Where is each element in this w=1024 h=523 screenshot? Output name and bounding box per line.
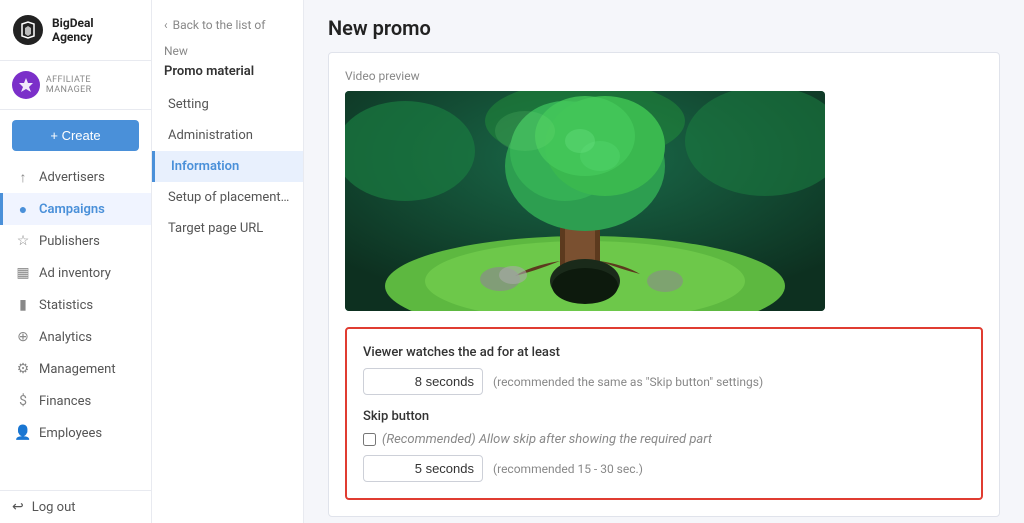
viewer-input-row: (recommended the same as "Skip button" s… bbox=[363, 368, 965, 395]
sidebar: BigDeal Agency AFFILIATE MANAGER + Creat… bbox=[0, 0, 152, 523]
subnav-item-information[interactable]: Information bbox=[152, 151, 303, 182]
sidebar-item-analytics[interactable]: ⊕ Analytics bbox=[0, 321, 151, 353]
viewer-seconds-input[interactable] bbox=[363, 368, 483, 395]
skip-checkbox-row: (Recommended) Allow skip after showing t… bbox=[363, 432, 965, 447]
finances-icon: $ bbox=[15, 393, 31, 409]
subnav-item-setup-placement[interactable]: Setup of placement t... bbox=[152, 182, 303, 213]
logo-name1: BigDeal bbox=[52, 16, 94, 30]
sidebar-item-ad-inventory[interactable]: ▦ Ad inventory bbox=[0, 257, 151, 289]
sidebar-label-management: Management bbox=[39, 362, 116, 377]
page-title: New promo bbox=[328, 16, 1000, 40]
viewer-hint: (recommended the same as "Skip button" s… bbox=[493, 375, 763, 389]
skip-row: Skip button (Recommended) Allow skip aft… bbox=[363, 409, 965, 482]
subnav-item-administration[interactable]: Administration bbox=[152, 120, 303, 151]
logout-label: Log out bbox=[32, 500, 76, 515]
sidebar-label-employees: Employees bbox=[39, 426, 102, 441]
sidebar-item-campaigns[interactable]: ● Campaigns bbox=[0, 193, 151, 225]
settings-box: Viewer watches the ad for at least (reco… bbox=[345, 327, 983, 500]
affiliate-label: AFFILIATE MANAGER bbox=[46, 75, 139, 95]
sidebar-item-statistics[interactable]: ▮ Statistics bbox=[0, 289, 151, 321]
subnav-item-setting[interactable]: Setting bbox=[152, 89, 303, 120]
logo-name2: Agency bbox=[52, 30, 94, 44]
subnav: ‹ Back to the list of New Promo material… bbox=[152, 0, 304, 523]
sidebar-label-publishers: Publishers bbox=[39, 234, 100, 249]
logo-icon bbox=[12, 14, 44, 46]
sidebar-item-advertisers[interactable]: ↑ Advertisers bbox=[0, 161, 151, 193]
skip-checkbox-label: (Recommended) Allow skip after showing t… bbox=[382, 432, 712, 447]
sidebar-label-ad-inventory: Ad inventory bbox=[39, 266, 111, 281]
sidebar-label-analytics: Analytics bbox=[39, 330, 92, 345]
analytics-icon: ⊕ bbox=[15, 329, 31, 345]
skip-label: Skip button bbox=[363, 409, 965, 424]
sidebar-item-finances[interactable]: $ Finances bbox=[0, 385, 151, 417]
management-icon: ⚙ bbox=[15, 361, 31, 377]
skip-input-row: (recommended 15 - 30 sec.) bbox=[363, 455, 965, 482]
main-header: New promo bbox=[304, 0, 1024, 52]
video-card: Video preview bbox=[328, 52, 1000, 517]
video-section: Video preview bbox=[329, 53, 999, 327]
campaigns-icon: ● bbox=[15, 201, 31, 217]
sidebar-item-employees[interactable]: 👤 Employees bbox=[0, 417, 151, 449]
skip-hint: (recommended 15 - 30 sec.) bbox=[493, 462, 643, 476]
back-icon: ‹ bbox=[164, 18, 168, 32]
sidebar-item-management[interactable]: ⚙ Management bbox=[0, 353, 151, 385]
employees-icon: 👤 bbox=[15, 425, 31, 441]
affiliate-manager-row: AFFILIATE MANAGER bbox=[0, 61, 151, 110]
back-button[interactable]: ‹ Back to the list of bbox=[152, 10, 303, 40]
advertisers-icon: ↑ bbox=[15, 169, 31, 185]
skip-seconds-input[interactable] bbox=[363, 455, 483, 482]
affiliate-icon bbox=[12, 71, 40, 99]
back-label: Back to the list of bbox=[173, 18, 266, 32]
create-button[interactable]: + Create bbox=[12, 120, 139, 151]
publishers-icon: ☆ bbox=[15, 233, 31, 249]
logout-item[interactable]: ↩ Log out bbox=[0, 490, 151, 523]
logout-icon: ↩ bbox=[12, 499, 24, 515]
video-scene-svg bbox=[345, 91, 825, 311]
video-thumbnail bbox=[345, 91, 825, 311]
subnav-item-target-page[interactable]: Target page URL bbox=[152, 213, 303, 244]
section-label: New bbox=[152, 40, 303, 60]
statistics-icon: ▮ bbox=[15, 297, 31, 313]
main-content: New promo Video preview bbox=[304, 0, 1024, 523]
skip-checkbox[interactable] bbox=[363, 433, 376, 446]
video-label: Video preview bbox=[345, 69, 983, 83]
sidebar-item-publishers[interactable]: ☆ Publishers bbox=[0, 225, 151, 257]
viewer-row: Viewer watches the ad for at least (reco… bbox=[363, 345, 965, 395]
logo: BigDeal Agency bbox=[0, 0, 151, 61]
content-area: Video preview bbox=[304, 52, 1024, 523]
sidebar-label-finances: Finances bbox=[39, 394, 91, 409]
sidebar-label-campaigns: Campaigns bbox=[39, 202, 105, 217]
sidebar-label-advertisers: Advertisers bbox=[39, 170, 105, 185]
subnav-title: Promo material bbox=[152, 60, 303, 89]
sidebar-label-statistics: Statistics bbox=[39, 298, 93, 313]
viewer-label: Viewer watches the ad for at least bbox=[363, 345, 965, 360]
ad-inventory-icon: ▦ bbox=[15, 265, 31, 281]
